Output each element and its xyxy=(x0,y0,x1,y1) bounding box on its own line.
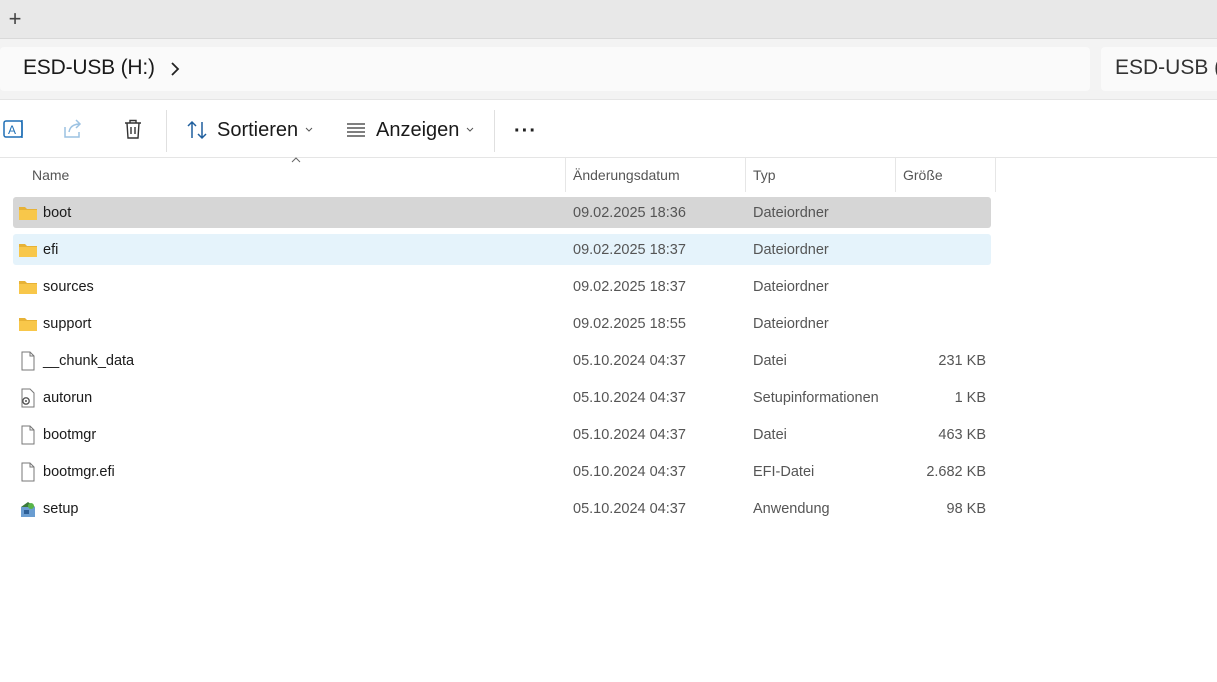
view-icon xyxy=(347,123,365,137)
folder-icon xyxy=(18,240,38,260)
delete-icon[interactable] xyxy=(121,117,145,141)
file-date: 05.10.2024 04:37 xyxy=(573,501,686,517)
toolbar-separator xyxy=(166,110,167,152)
tab-bar: + xyxy=(0,0,1217,39)
sort-label: Sortieren xyxy=(217,118,299,141)
file-size: 463 KB xyxy=(938,427,986,443)
file-type: Dateiordner xyxy=(753,316,829,332)
file-type: Dateiordner xyxy=(753,242,829,258)
file-size: 1 KB xyxy=(954,390,986,406)
command-bar: A Sortieren Anzeigen ··· xyxy=(0,100,1217,158)
breadcrumb-drive[interactable]: ESD-USB (H:) xyxy=(23,56,155,80)
toolbar-separator xyxy=(494,110,495,152)
file-name: support xyxy=(43,316,92,332)
file-name: bootmgr xyxy=(43,427,97,443)
file-list: boot 09.02.2025 18:36 Dateiordner efi 09.02.… xyxy=(13,197,991,530)
address-bar[interactable]: ESD-USB (H:) xyxy=(0,47,1090,91)
column-header-size[interactable]: Größe xyxy=(896,158,995,192)
svg-text:A: A xyxy=(8,123,16,137)
file-row[interactable]: efi 09.02.2025 18:37 Dateiordner xyxy=(13,234,991,265)
file-row[interactable]: support 09.02.2025 18:55 Dateiordner xyxy=(13,308,991,339)
column-header-type[interactable]: Typ xyxy=(746,158,895,192)
column-header-date[interactable]: Änderungsdatum xyxy=(566,158,745,192)
sort-icon xyxy=(187,120,207,140)
file-icon xyxy=(18,462,38,482)
file-name: boot xyxy=(43,205,72,221)
file-row[interactable]: boot 09.02.2025 18:36 Dateiordner xyxy=(13,197,991,228)
file-row[interactable]: autorun 05.10.2024 04:37 Setupinformatione… xyxy=(13,382,991,413)
file-row[interactable]: bootmgr.efi 05.10.2024 04:37 EFI-Datei 2.68… xyxy=(13,456,991,487)
file-name: efi xyxy=(43,242,59,258)
search-placeholder: ESD-USB (H:) durchsuchen xyxy=(1115,56,1217,79)
sort-button[interactable]: Sortieren xyxy=(186,114,313,146)
file-type: Dateiordner xyxy=(753,205,829,221)
file-name: bootmgr.efi xyxy=(43,464,115,480)
column-header-name[interactable]: Name xyxy=(25,158,565,192)
file-row[interactable]: __chunk_data 05.10.2024 04:37 Datei 231 KB xyxy=(13,345,991,376)
file-date: 09.02.2025 18:55 xyxy=(573,316,686,332)
address-row: ESD-USB (H:) ESD-USB (H:) durchsuchen xyxy=(0,39,1217,100)
file-type: Datei xyxy=(753,427,787,443)
chevron-down-icon xyxy=(305,127,313,132)
folder-icon xyxy=(18,277,38,297)
folder-icon xyxy=(18,203,38,223)
file-date: 09.02.2025 18:36 xyxy=(573,205,686,221)
chevron-right-icon[interactable] xyxy=(166,58,184,80)
file-type: EFI-Datei xyxy=(753,464,815,480)
file-row[interactable]: setup 05.10.2024 04:37 Anwendung 98 KB xyxy=(13,493,991,524)
search-input[interactable]: ESD-USB (H:) durchsuchen xyxy=(1101,47,1217,91)
file-icon xyxy=(18,425,38,445)
file-name: __chunk_data xyxy=(43,353,135,369)
new-tab-button[interactable]: + xyxy=(4,6,26,32)
rename-icon[interactable]: A xyxy=(2,117,26,141)
file-name: autorun xyxy=(43,390,93,406)
file-name: setup xyxy=(43,501,79,517)
file-date: 05.10.2024 04:37 xyxy=(573,390,686,406)
view-label: Anzeigen xyxy=(376,118,460,141)
file-size: 231 KB xyxy=(938,353,986,369)
file-name: sources xyxy=(43,279,94,295)
file-type: Datei xyxy=(753,353,787,369)
setup-app-icon xyxy=(18,499,38,519)
file-type: Dateiordner xyxy=(753,279,829,295)
file-date: 05.10.2024 04:37 xyxy=(573,427,686,443)
folder-icon xyxy=(18,314,38,334)
file-date: 05.10.2024 04:37 xyxy=(573,464,686,480)
file-row[interactable]: bootmgr 05.10.2024 04:37 Datei 463 KB xyxy=(13,419,991,450)
column-header: Name Änderungsdatum Typ Größe xyxy=(0,157,1217,192)
file-date: 09.02.2025 18:37 xyxy=(573,279,686,295)
file-date: 09.02.2025 18:37 xyxy=(573,242,686,258)
share-icon[interactable] xyxy=(61,117,85,141)
file-size: 2.682 KB xyxy=(926,464,986,480)
file-icon xyxy=(18,351,38,371)
file-date: 05.10.2024 04:37 xyxy=(573,353,686,369)
column-divider[interactable] xyxy=(995,158,996,192)
file-row[interactable]: sources 09.02.2025 18:37 Dateiordner xyxy=(13,271,991,302)
file-size: 98 KB xyxy=(946,501,987,517)
chevron-down-icon xyxy=(467,127,474,132)
file-type: Anwendung xyxy=(753,501,830,517)
view-button[interactable]: Anzeigen xyxy=(345,114,474,146)
settings-file-icon xyxy=(18,388,38,408)
file-type: Setupinformationen xyxy=(753,390,879,406)
more-options-button[interactable]: ··· xyxy=(514,120,537,143)
